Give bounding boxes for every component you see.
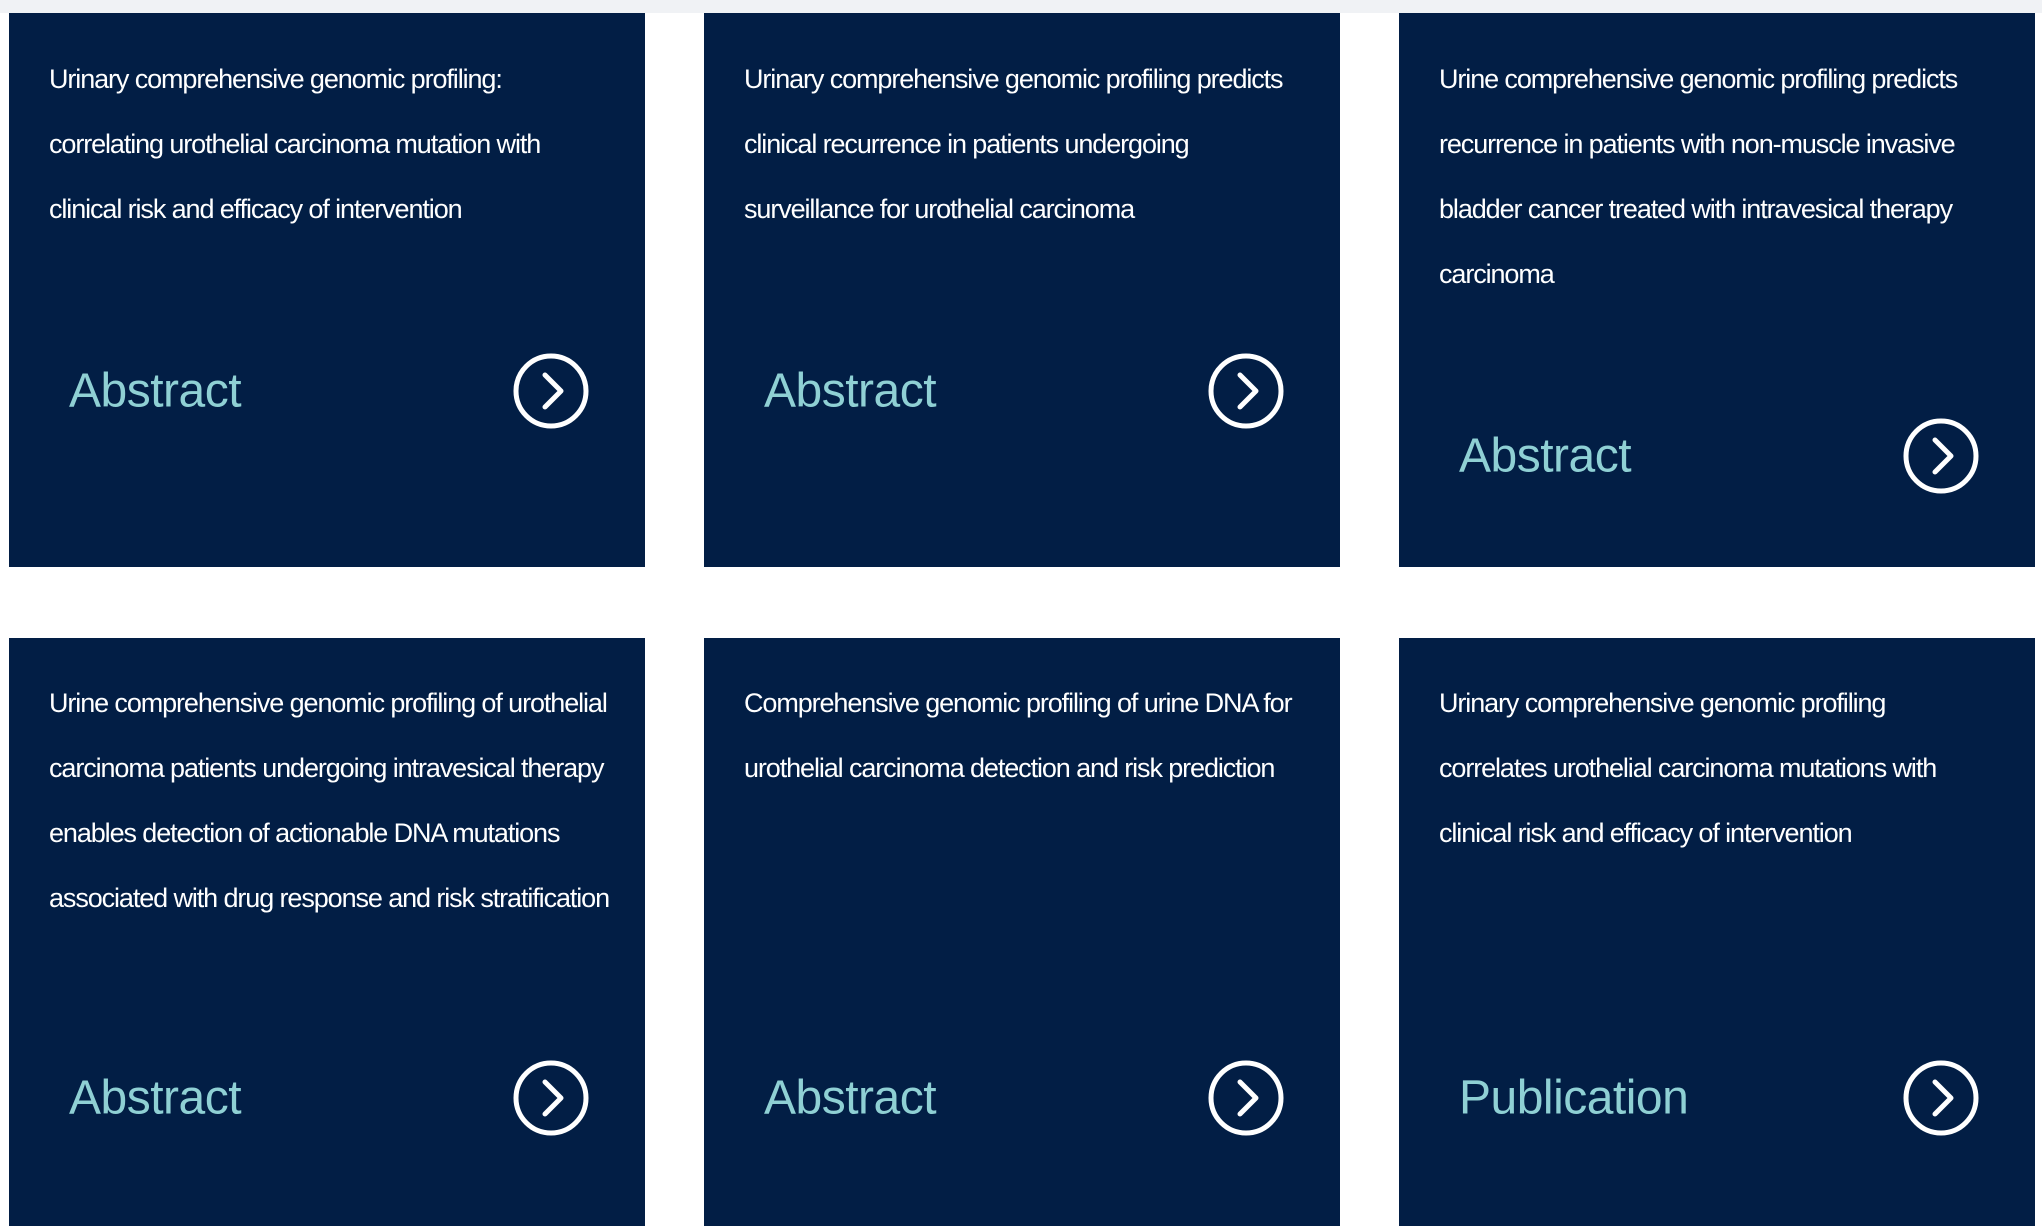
card-footer: Abstract [764, 351, 1284, 431]
card-footer: Abstract [69, 1058, 589, 1138]
chevron-right-circle-icon[interactable] [1903, 418, 1979, 494]
card-type-link[interactable]: Abstract [764, 1071, 937, 1126]
publication-card[interactable]: Urine comprehensive genomic profiling pr… [1399, 13, 2035, 567]
publication-card[interactable]: Urinary comprehensive genomic profiling … [1399, 638, 2035, 1226]
card-title: Urinary comprehensive genomic profiling … [1439, 688, 1937, 848]
card-type-link[interactable]: Abstract [764, 364, 937, 419]
card-title: Urine comprehensive genomic profiling of… [49, 688, 610, 913]
chevron-right-circle-icon[interactable] [513, 353, 589, 429]
card-type-link[interactable]: Abstract [69, 1071, 242, 1126]
publication-card[interactable]: Urine comprehensive genomic profiling of… [9, 638, 645, 1226]
card-title: Urine comprehensive genomic profiling pr… [1439, 64, 1958, 289]
card-type-link[interactable]: Abstract [69, 364, 242, 419]
card-footer: Abstract [69, 351, 589, 431]
publication-card[interactable]: Comprehensive genomic profiling of urine… [704, 638, 1340, 1226]
chevron-right-circle-icon[interactable] [1208, 353, 1284, 429]
card-title: Urinary comprehensive genomic profiling … [744, 64, 1284, 224]
chevron-right-circle-icon[interactable] [1208, 1060, 1284, 1136]
publication-card[interactable]: Urinary comprehensive genomic profiling:… [9, 13, 645, 567]
card-footer: Abstract [1459, 416, 1979, 496]
card-footer: Abstract [764, 1058, 1284, 1138]
card-title: Comprehensive genomic profiling of urine… [744, 688, 1293, 783]
card-footer: Publication [1459, 1058, 1979, 1138]
card-type-link[interactable]: Publication [1459, 1071, 1689, 1126]
top-divider [0, 0, 2042, 13]
card-type-link[interactable]: Abstract [1459, 429, 1632, 484]
publications-grid: Urinary comprehensive genomic profiling:… [0, 0, 2042, 1226]
chevron-right-circle-icon[interactable] [513, 1060, 589, 1136]
publication-card[interactable]: Urinary comprehensive genomic profiling … [704, 13, 1340, 567]
chevron-right-circle-icon[interactable] [1903, 1060, 1979, 1136]
card-title: Urinary comprehensive genomic profiling:… [49, 64, 541, 224]
